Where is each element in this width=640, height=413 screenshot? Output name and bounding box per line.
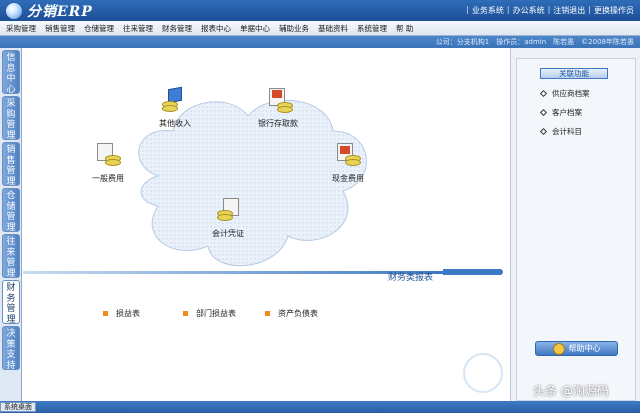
- status-bar: 系统桌面: [0, 401, 640, 413]
- left-tab-bar: 信息中心 采购管理 销售管理 仓储管理 往来管理 财务管理 决策支持: [0, 48, 22, 401]
- menu-system[interactable]: 系统管理: [357, 23, 387, 34]
- bullet-icon: [265, 311, 270, 316]
- report-balance-sheet[interactable]: 资产负债表: [265, 308, 318, 319]
- logo-text: 分销ERP: [27, 3, 93, 20]
- help-center-button[interactable]: 帮助中心: [535, 341, 618, 356]
- menu-documents[interactable]: 单据中心: [240, 23, 270, 34]
- general-expense-icon: [93, 143, 123, 171]
- section-title: 财务类报表: [388, 273, 434, 283]
- related-functions-header: 关联功能: [540, 68, 608, 79]
- link-account-subjects[interactable]: 会计科目: [539, 126, 582, 137]
- menu-help[interactable]: 帮 助: [396, 23, 413, 34]
- node-bank-deposit[interactable]: 银行存取款: [248, 88, 308, 129]
- menu-bar: 采购管理 销售管理 仓储管理 往来管理 财务管理 报表中心 单据中心 辅助业务 …: [0, 21, 640, 36]
- link-logout[interactable]: 注销退出: [553, 5, 585, 16]
- node-other-income[interactable]: 其他收入: [145, 86, 205, 129]
- info-bar: 公司：分支机构1 操作员：admin 陈若愚 ©2008年陈若愚: [0, 36, 640, 48]
- link-business-system[interactable]: 业务系统: [472, 5, 504, 16]
- link-office-system[interactable]: 办公系统: [513, 5, 545, 16]
- help-person-icon: [552, 342, 565, 355]
- menu-warehouse[interactable]: 仓储管理: [84, 23, 114, 34]
- decorative-circle: [463, 353, 503, 393]
- watermark-text: 头条 @淘源码: [533, 384, 609, 398]
- tab-accounts[interactable]: 往来管理: [2, 234, 20, 279]
- tab-system-desktop[interactable]: 系统桌面: [0, 402, 36, 412]
- right-panel: 关联功能 供应商档案 客户档案 会计科目 帮助中心: [510, 48, 640, 401]
- diamond-icon: [539, 127, 548, 136]
- menu-basic-data[interactable]: 基础资料: [318, 23, 348, 34]
- tab-info-center[interactable]: 信息中心: [2, 50, 20, 95]
- tab-purchase[interactable]: 采购管理: [2, 96, 20, 141]
- bank-deposit-icon: [263, 88, 293, 116]
- menu-purchase[interactable]: 采购管理: [6, 23, 36, 34]
- tab-warehouse[interactable]: 仓储管理: [2, 188, 20, 233]
- link-customer-file[interactable]: 客户档案: [539, 107, 582, 118]
- copyright-label: ©2008年陈若愚: [581, 38, 634, 46]
- menu-accounts[interactable]: 往来管理: [123, 23, 153, 34]
- bullet-icon: [183, 311, 188, 316]
- bullet-icon: [103, 311, 108, 316]
- main-content: 其他收入 银行存取款 一般费用 现金费用 会计凭证 财务类报表 损益表 部门损益…: [23, 48, 510, 401]
- company-label: 公司：分支机构1: [435, 38, 490, 46]
- report-dept-income[interactable]: 部门损益表: [183, 308, 236, 319]
- tab-finance[interactable]: 财务管理: [2, 280, 20, 325]
- section-divider: [23, 271, 443, 274]
- menu-sales[interactable]: 销售管理: [45, 23, 75, 34]
- logo-icon: [6, 2, 22, 19]
- voucher-icon: [213, 198, 243, 226]
- report-income-statement[interactable]: 损益表: [103, 308, 140, 319]
- logo: 分销ERP: [6, 2, 93, 20]
- node-cash-expense[interactable]: 现金费用: [318, 143, 378, 184]
- user-label: 陈若愚: [553, 38, 575, 46]
- link-switch-operator[interactable]: 更换操作员: [594, 5, 634, 16]
- node-voucher[interactable]: 会计凭证: [198, 198, 258, 239]
- operator-label: 操作员：admin: [496, 38, 547, 46]
- menu-reports[interactable]: 报表中心: [201, 23, 231, 34]
- menu-aux[interactable]: 辅助业务: [279, 23, 309, 34]
- app-header: 分销ERP | 业务系统 | 办公系统 | 注销退出 | 更换操作员: [0, 0, 640, 21]
- section-divider-cap: [443, 269, 503, 275]
- node-general-expense[interactable]: 一般费用: [78, 143, 138, 184]
- link-supplier-file[interactable]: 供应商档案: [539, 88, 590, 99]
- tab-sales[interactable]: 销售管理: [2, 142, 20, 187]
- top-links: | 业务系统 | 办公系统 | 注销退出 | 更换操作员: [466, 5, 634, 16]
- other-income-icon: [160, 86, 190, 116]
- diamond-icon: [539, 108, 548, 117]
- cash-expense-icon: [333, 143, 363, 171]
- menu-finance[interactable]: 财务管理: [162, 23, 192, 34]
- diamond-icon: [539, 89, 548, 98]
- tab-decision[interactable]: 决策支持: [2, 326, 20, 371]
